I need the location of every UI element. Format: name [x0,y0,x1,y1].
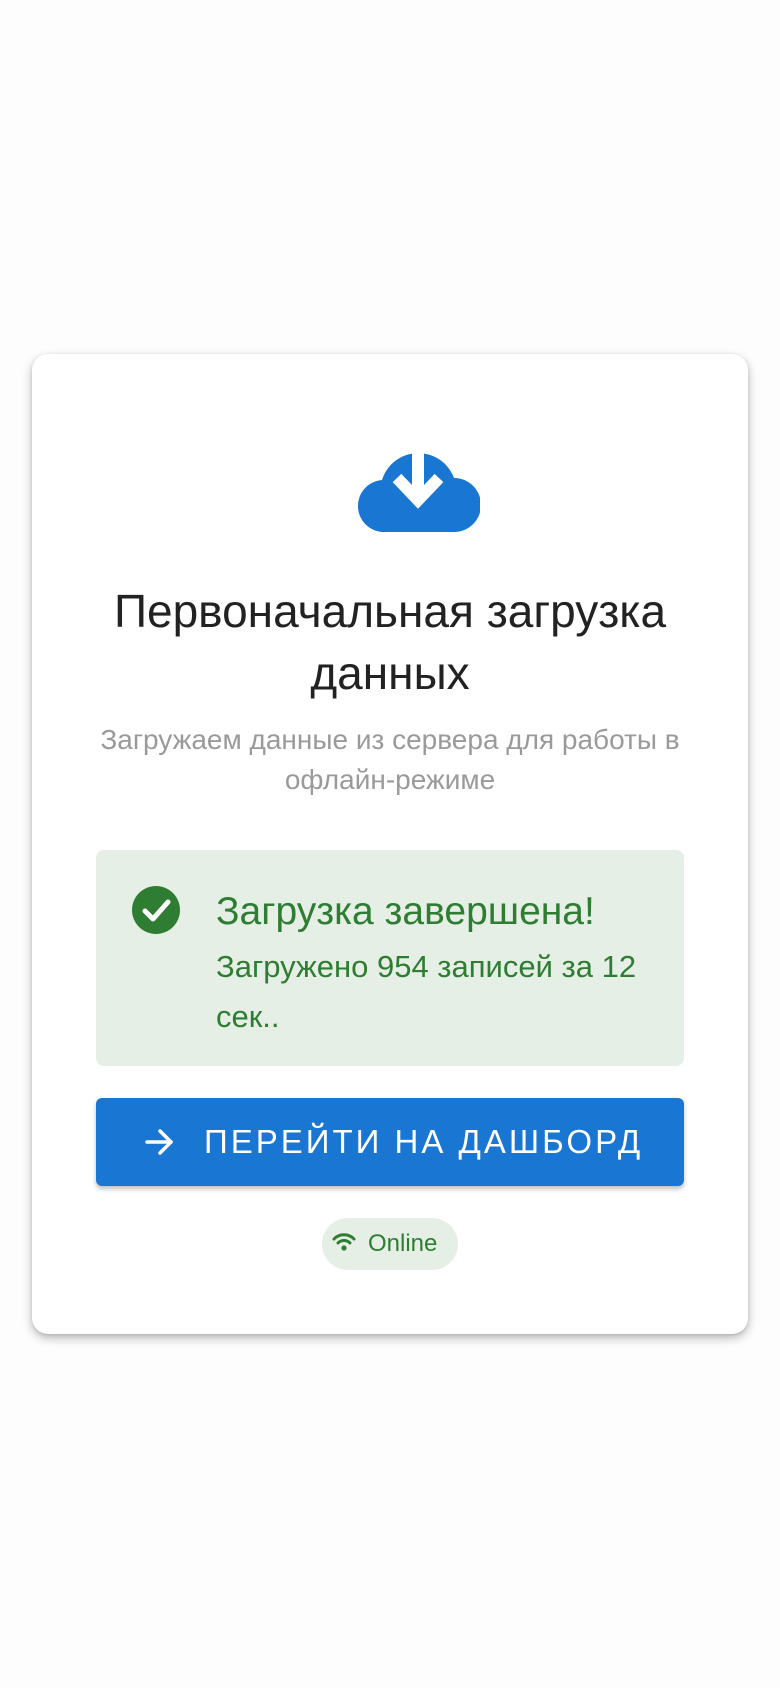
go-to-dashboard-button[interactable]: ПЕРЕЙТИ НА ДАШБОРД [96,1098,684,1186]
alert-title: Загрузка завершена! [216,890,595,933]
alert-message: Загружено 954 записей за 12 сек.. [216,949,637,1034]
page-subtitle: Загружаем данные из сервера для работы в… [100,724,680,795]
connection-status-label: Online [368,1230,438,1257]
connection-status-chip: Online [322,1218,458,1270]
go-to-dashboard-label: ПЕРЕЙТИ НА ДАШБОРД [204,1123,644,1160]
check-circle-icon [132,886,180,934]
loading-card: Первоначальная загрузка данных Загружаем… [32,354,748,1334]
page-title: Первоначальная загрузка данных [113,585,667,699]
arrow-right-icon [145,1129,173,1155]
success-alert: Загрузка завершена! Загружено 954 записе… [96,850,684,1066]
wifi-icon [332,1233,356,1251]
cloud-download-icon [358,438,480,533]
